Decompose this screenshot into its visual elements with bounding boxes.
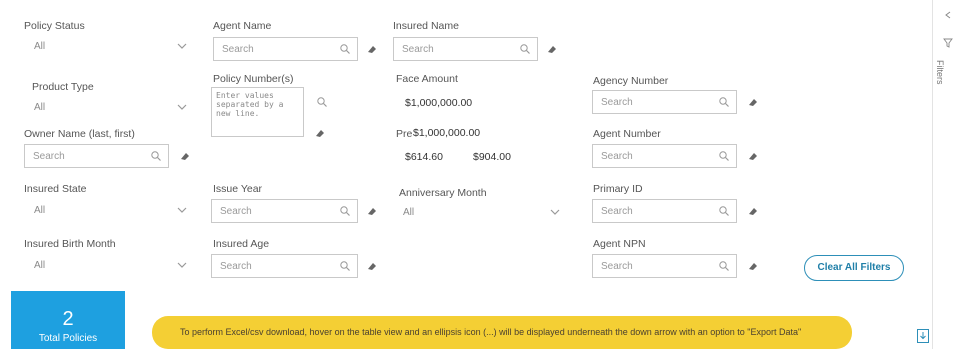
owner-name-input[interactable]: Search <box>24 144 169 168</box>
owner-name-placeholder: Search <box>33 151 65 162</box>
agent-number-label: Agent Number <box>593 128 661 140</box>
anniversary-month-label: Anniversary Month <box>399 187 487 199</box>
eraser-icon[interactable] <box>314 127 326 139</box>
insured-state-value: All <box>34 205 46 216</box>
chevron-down-icon <box>177 207 187 213</box>
search-icon <box>340 44 350 54</box>
download-icon[interactable] <box>917 329 929 343</box>
eraser-icon[interactable] <box>366 260 378 272</box>
issue-year-label: Issue Year <box>213 183 263 195</box>
eraser-icon[interactable] <box>366 205 378 217</box>
agent-name-input[interactable]: Search <box>213 37 358 61</box>
chevron-down-icon <box>177 262 187 268</box>
insured-birth-month-label: Insured Birth Month <box>24 238 116 250</box>
policy-status-select[interactable]: All <box>24 36 192 58</box>
premium-min-value: $614.60 <box>405 151 443 163</box>
primary-id-placeholder: Search <box>601 206 633 217</box>
agent-name-placeholder: Search <box>222 44 254 55</box>
agency-number-input[interactable]: Search <box>592 90 737 114</box>
insured-age-placeholder: Search <box>220 261 252 272</box>
insured-state-select[interactable]: All <box>24 200 192 222</box>
insured-name-placeholder: Search <box>402 44 434 55</box>
insured-birth-month-value: All <box>34 260 46 271</box>
total-policies-count: 2 <box>62 308 74 330</box>
agent-number-placeholder: Search <box>601 151 633 162</box>
agent-number-input[interactable]: Search <box>592 144 737 168</box>
search-icon <box>151 151 161 161</box>
eraser-icon[interactable] <box>179 150 191 162</box>
side-panel-divider <box>932 0 933 349</box>
product-type-label: Product Type <box>32 81 94 93</box>
export-info-banner: To perform Excel/csv download, hover on … <box>152 316 852 349</box>
agent-npn-label: Agent NPN <box>593 238 646 250</box>
face-amount-label: Face Amount <box>396 73 458 85</box>
eraser-icon[interactable] <box>366 43 378 55</box>
anniversary-month-select[interactable]: All <box>393 202 565 224</box>
policy-status-label: Policy Status <box>24 20 85 32</box>
anniversary-month-value: All <box>403 207 415 218</box>
search-icon <box>719 151 729 161</box>
face-amount-value: $1,000,000.00 <box>405 97 473 109</box>
search-icon[interactable] <box>316 96 328 108</box>
chevron-left-icon[interactable] <box>943 10 953 20</box>
search-icon <box>719 97 729 107</box>
eraser-icon[interactable] <box>747 150 759 162</box>
agency-number-label: Agency Number <box>593 75 669 87</box>
eraser-icon[interactable] <box>747 96 759 108</box>
policy-status-value: All <box>34 41 46 52</box>
search-icon <box>340 261 350 271</box>
search-icon <box>719 261 729 271</box>
face-amount-overlap-value: $1,000,000.00 <box>413 127 481 139</box>
insured-birth-month-select[interactable]: All <box>24 255 192 277</box>
filter-icon <box>943 38 953 48</box>
search-icon <box>520 44 530 54</box>
search-icon <box>340 206 350 216</box>
product-type-value: All <box>34 102 46 113</box>
search-icon <box>719 206 729 216</box>
owner-name-label: Owner Name (last, first) <box>24 128 135 140</box>
filters-panel-label[interactable]: Filters <box>935 60 945 85</box>
total-policies-caption: Total Policies <box>38 333 98 344</box>
premium-label: Pre <box>396 128 413 140</box>
policy-numbers-label: Policy Number(s) <box>213 73 294 85</box>
issue-year-input[interactable]: Search <box>211 199 358 223</box>
policy-numbers-textarea[interactable]: Enter values separated by a new line. <box>211 87 304 137</box>
agency-number-placeholder: Search <box>601 97 633 108</box>
eraser-icon[interactable] <box>747 205 759 217</box>
agent-npn-placeholder: Search <box>601 261 633 272</box>
product-type-select[interactable]: All <box>24 97 192 119</box>
issue-year-placeholder: Search <box>220 206 252 217</box>
eraser-icon[interactable] <box>546 43 558 55</box>
primary-id-input[interactable]: Search <box>592 199 737 223</box>
clear-all-filters-button[interactable]: Clear All Filters <box>804 255 904 281</box>
insured-name-input[interactable]: Search <box>393 37 538 61</box>
insured-name-label: Insured Name <box>393 20 459 32</box>
insured-age-label: Insured Age <box>213 238 270 250</box>
agent-npn-input[interactable]: Search <box>592 254 737 278</box>
primary-id-label: Primary ID <box>593 183 643 195</box>
chevron-down-icon <box>550 209 560 215</box>
total-policies-tile[interactable]: 2 Total Policies <box>11 291 125 349</box>
agent-name-label: Agent Name <box>213 20 272 32</box>
chevron-down-icon <box>177 104 187 110</box>
chevron-down-icon <box>177 43 187 49</box>
premium-max-value: $904.00 <box>473 151 511 163</box>
eraser-icon[interactable] <box>747 260 759 272</box>
insured-state-label: Insured State <box>24 183 87 195</box>
insured-age-input[interactable]: Search <box>211 254 358 278</box>
